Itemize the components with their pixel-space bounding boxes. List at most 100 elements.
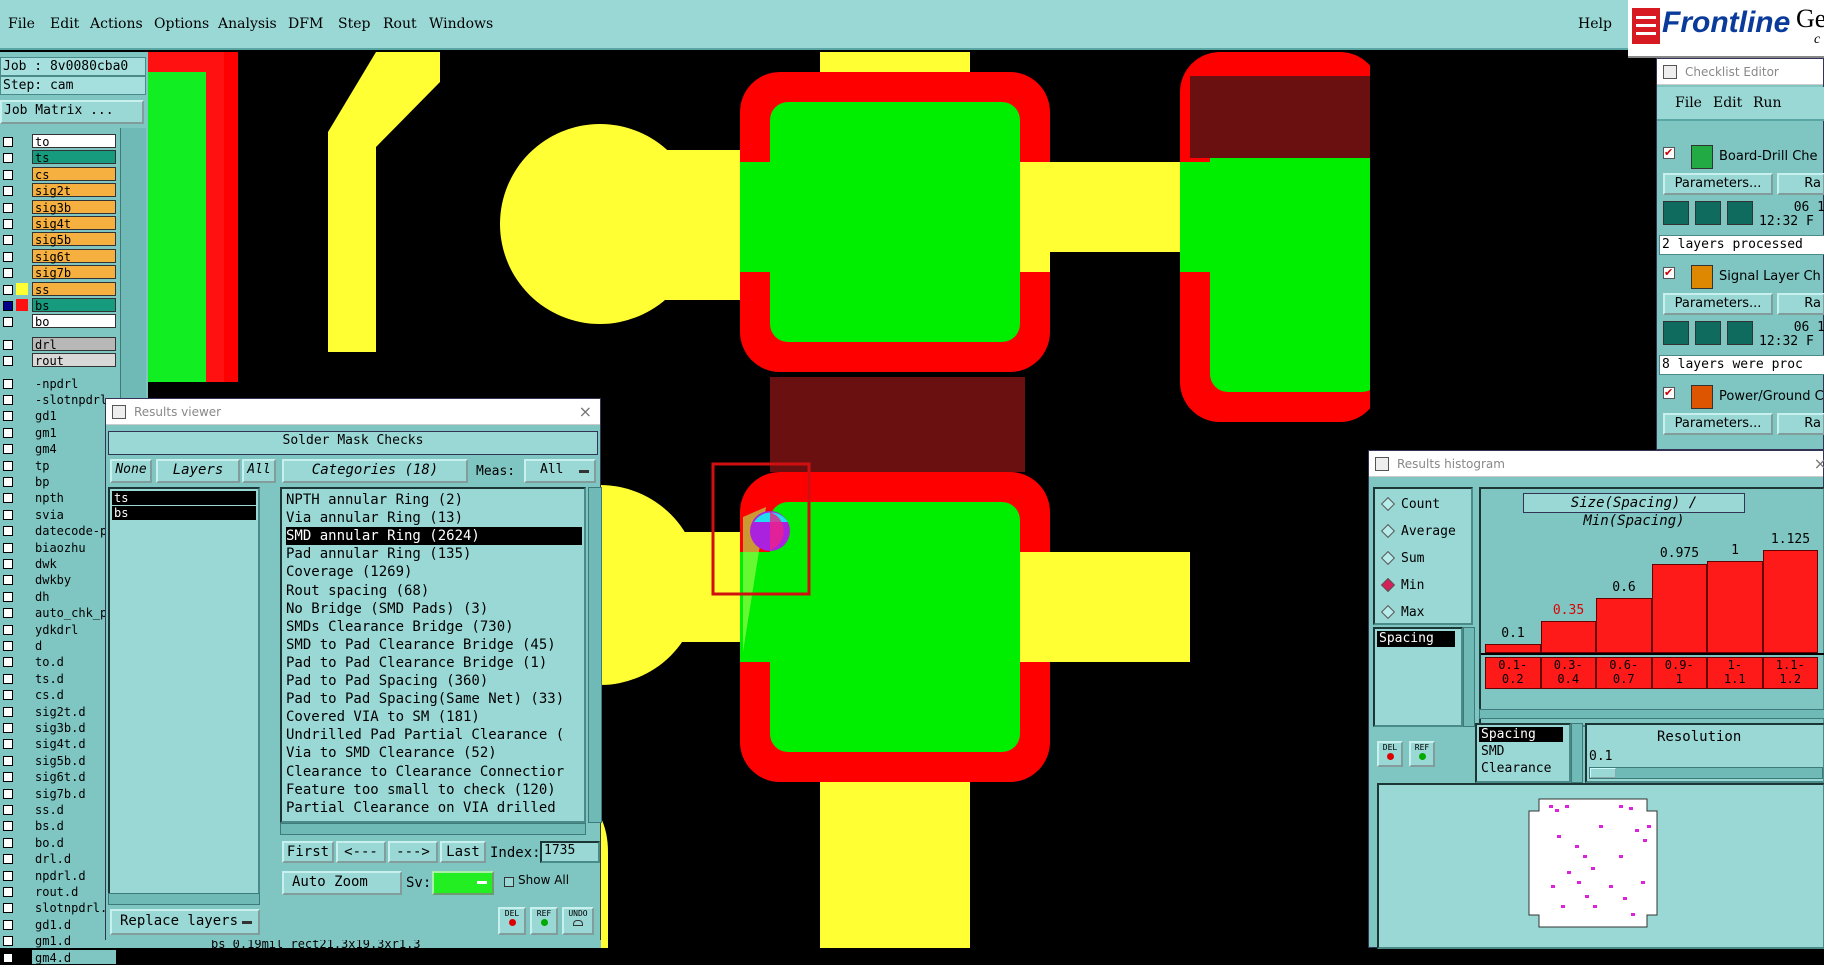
layer-row-npdrl-d[interactable]: npdrl.d [0,867,118,883]
check-icon[interactable]: ✔ [1663,147,1675,159]
layer-checkbox[interactable] [3,739,13,750]
all-button[interactable]: All [242,459,276,483]
category-item[interactable]: SMD annular Ring (2624) [286,527,582,546]
report-icon[interactable] [1727,201,1753,225]
layer-row-dwk[interactable]: dwk [0,556,118,571]
layer-checkbox[interactable] [3,339,13,350]
layer-row-dwkby[interactable]: dwkby [0,572,118,587]
layer-row-dh[interactable]: dh [0,588,118,604]
menu-step[interactable]: Step [338,16,370,32]
category-item[interactable]: Via to SMD Clearance (52) [286,744,497,762]
layer-row-auto-chk-p[interactable]: auto_chk_p [0,605,118,620]
layer-checkbox[interactable] [3,706,13,717]
histogram-bar[interactable] [1651,563,1707,653]
categories-vscroll[interactable] [588,487,602,823]
type-list-item[interactable]: Spacing [1479,727,1563,742]
measure-list[interactable]: Spacing [1373,627,1463,727]
layer-row-sig3b[interactable]: sig3b [0,199,118,215]
layer-checkbox[interactable] [3,444,13,455]
layer-checkbox[interactable] [3,723,13,733]
layer-row-gd1[interactable]: gd1 [0,408,118,423]
none-button[interactable]: None [110,459,152,483]
layer-row-bo-d[interactable]: bo.d [0,834,118,850]
layer-row-svia[interactable]: svia [0,506,118,522]
layer-checkbox[interactable] [3,608,13,619]
ranges-button[interactable]: Ra [1777,413,1824,435]
layer-checkbox[interactable] [3,395,13,405]
checklist-titlebar[interactable]: Checklist Editor [1657,59,1823,85]
category-item[interactable]: NPTH annular Ring (2) [286,491,463,509]
layer-row-sig4t-d[interactable]: sig4t.d [0,736,118,751]
layer-row-gm1[interactable]: gm1 [0,424,118,440]
results-icon[interactable] [1695,321,1721,345]
category-item[interactable]: Via annular Ring (13) [286,509,463,527]
layer-row-sig5b-d[interactable]: sig5b.d [0,752,118,768]
layer-checkbox[interactable] [3,624,13,635]
layer-checkbox[interactable] [3,268,13,279]
menu-windows[interactable]: Windows [429,16,493,32]
layer-checkbox[interactable] [3,202,13,213]
histogram-bar[interactable] [1707,561,1763,653]
layer-checkbox[interactable] [3,526,13,537]
sv-color-select[interactable] [432,871,494,895]
radio-icon[interactable] [1380,523,1396,539]
layer-checkbox[interactable] [3,460,13,471]
layer-checkbox[interactable] [3,837,13,848]
category-item[interactable]: Undrilled Pad Partial Clearance ( [286,726,564,744]
layer-checkbox[interactable] [3,952,13,963]
parameters-button[interactable]: Parameters... [1663,413,1773,435]
layer-checkbox[interactable] [3,219,13,229]
histogram-bar[interactable] [1762,549,1818,653]
category-item[interactable]: Pad to Pad Spacing (360) [286,672,488,690]
layer-row-ts[interactable]: ts [0,150,118,165]
layer-checkbox[interactable] [3,137,13,147]
category-item[interactable]: Pad to Pad Spacing(Same Net) (33) [286,690,564,708]
board-overview[interactable] [1377,783,1824,949]
layer-checkbox[interactable] [3,301,13,311]
prev-button[interactable]: <--- [336,841,386,863]
measure-vscroll[interactable] [1463,627,1475,727]
layer-checkbox[interactable] [3,186,13,197]
layer-checkbox[interactable] [3,919,13,930]
layer-row-drl-d[interactable]: drl.d [0,851,118,866]
layer-row-sig2t-d[interactable]: sig2t.d [0,703,118,719]
histogram-bar[interactable] [1485,643,1541,653]
layers-list[interactable]: ts bs [108,487,260,895]
layer-checkbox[interactable] [3,575,13,586]
menu-file[interactable]: File [8,16,35,32]
layer-checkbox[interactable] [3,887,13,897]
layers-button[interactable]: Layers [156,459,240,483]
layer-row-to[interactable]: to [0,134,118,149]
category-item[interactable]: SMD to Pad Clearance Bridge (45) [286,636,556,654]
menu-rout[interactable]: Rout [383,16,417,32]
radio-icon[interactable] [1380,550,1396,566]
spacing-type-list[interactable]: Spacing SMD Clearance [1475,723,1571,783]
menu-actions[interactable]: Actions [90,16,143,32]
layer-row-sig7b-d[interactable]: sig7b.d [0,785,118,801]
auto-zoom-button[interactable]: Auto Zoom [282,871,402,895]
ranges-button[interactable]: Ra [1777,173,1824,195]
results-viewer-titlebar[interactable]: Results viewer × [106,399,600,425]
radio-icon[interactable] [1380,496,1396,512]
layer-row-biaozhu[interactable]: biaozhu [0,539,118,555]
run-icon[interactable] [1663,321,1689,345]
layer-row-cs[interactable]: cs [0,166,118,182]
layer-checkbox[interactable] [3,854,13,865]
layer-row-gm4[interactable]: gm4 [0,441,118,456]
layer-row-rout[interactable]: rout [0,353,118,368]
layer-checkbox[interactable] [3,755,13,766]
categories-button[interactable]: Categories (18) [282,459,468,483]
layer-row-ts-d[interactable]: ts.d [0,670,118,686]
category-item[interactable]: Coverage (1269) [286,563,412,581]
menu-options[interactable]: Options [154,16,209,32]
resolution-slider-thumb[interactable] [1590,768,1616,778]
layer-row--slotnpdrl[interactable]: -slotnpdrl [0,392,118,407]
histogram-bar[interactable] [1596,598,1652,653]
layer-checkbox[interactable] [3,690,13,701]
category-item[interactable]: No Bridge (SMD Pads) (3) [286,600,488,618]
menu-edit[interactable]: Edit [50,16,79,32]
layer-row--npdrl[interactable]: -npdrl [0,375,118,391]
checklist-menu-run[interactable]: Run [1753,95,1782,111]
first-button[interactable]: First [282,841,334,863]
layer-row-sig6t-d[interactable]: sig6t.d [0,769,118,784]
